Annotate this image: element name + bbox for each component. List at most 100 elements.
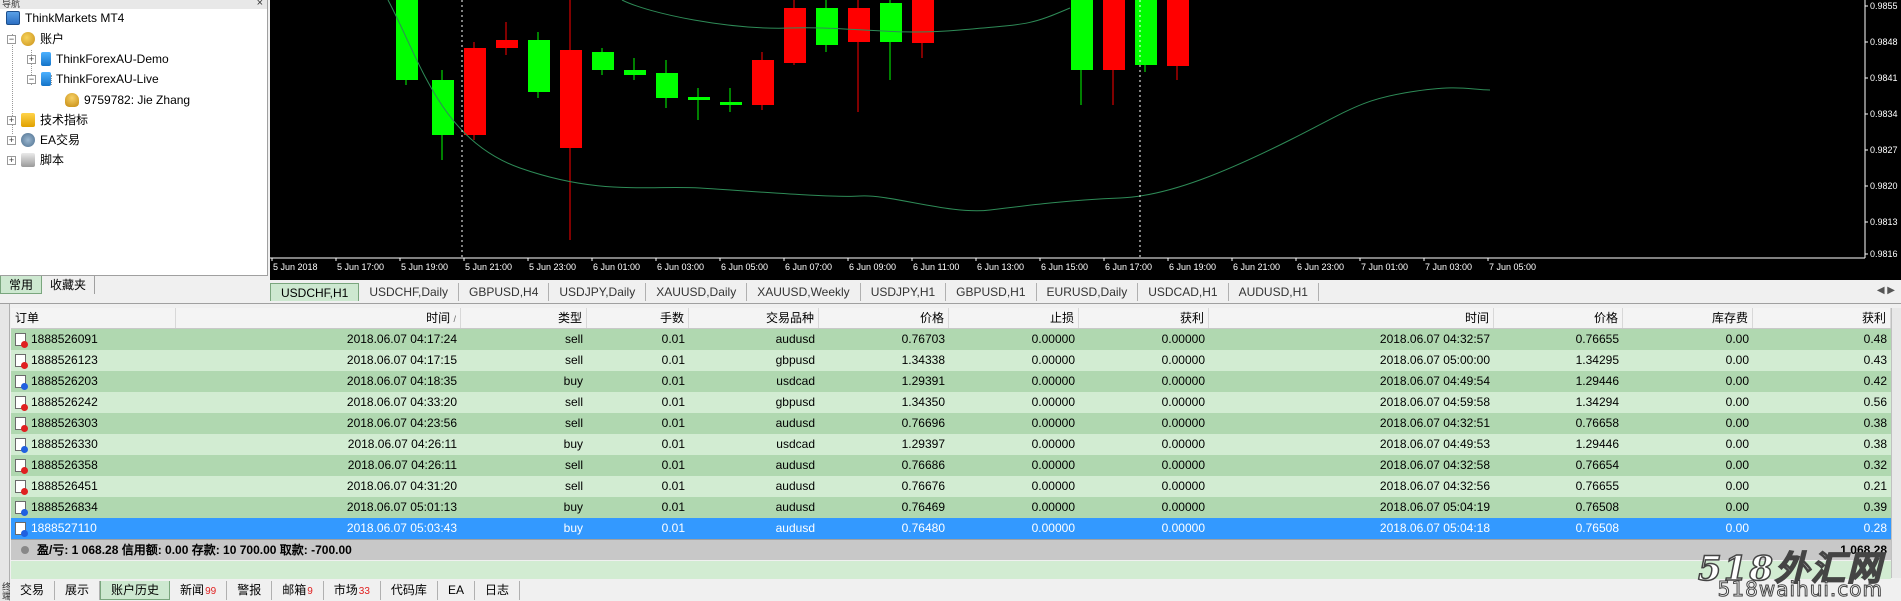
column-header-type[interactable]: 类型: [461, 308, 587, 328]
column-header-swap[interactable]: 库存费: [1623, 308, 1753, 328]
time-tick-label: 7 Jun 03:00: [1425, 262, 1472, 272]
column-header-take-profit[interactable]: 获利: [1079, 308, 1209, 328]
cell-sl: 0.00000: [1031, 500, 1075, 514]
candle-body: [592, 52, 614, 70]
chart-tab-xauusd-weekly[interactable]: XAUUSD,Weekly: [747, 283, 861, 301]
expand-icon[interactable]: +: [7, 135, 16, 145]
tree-item-demo-account[interactable]: + ThinkForexAU-Demo: [27, 49, 169, 69]
column-header-close-time[interactable]: 时间: [1209, 308, 1494, 328]
terminal-tab-0[interactable]: 交易: [10, 581, 56, 600]
tree-item-user[interactable]: 9759782: Jie Zhang: [65, 90, 190, 110]
time-tick-label: 7 Jun 05:00: [1489, 262, 1536, 272]
table-row[interactable]: 1888526834 2018.06.07 05:01:13 buy 0.01 audu…: [11, 497, 1891, 518]
cell-time: 2018.06.07 04:23:56: [346, 416, 457, 430]
tree-item-accounts[interactable]: − 账户: [7, 29, 64, 49]
table-scrollbar[interactable]: [1891, 308, 1901, 578]
terminal-tab-4[interactable]: 警报: [227, 581, 273, 600]
table-row[interactable]: 1888526451 2018.06.07 04:31:20 sell 0.01 aud…: [11, 476, 1891, 497]
chart-tab-usdjpy-h1[interactable]: USDJPY,H1: [861, 283, 947, 301]
terminal-tab-9[interactable]: 日志: [475, 581, 520, 600]
chart-tab-gbpusd-h4[interactable]: GBPUSD,H4: [459, 283, 550, 301]
cell-order: 1888526451: [11, 476, 176, 497]
column-header-stop-loss[interactable]: 止损: [949, 308, 1079, 328]
cell-type: sell: [564, 416, 583, 430]
cell-profit: 0.38: [1863, 416, 1887, 430]
tab-badge: 9: [307, 586, 313, 597]
buy-order-icon: [15, 501, 28, 516]
column-header-price[interactable]: 价格: [819, 308, 949, 328]
column-header-profit[interactable]: 获利: [1753, 308, 1891, 328]
collapse-icon[interactable]: −: [7, 34, 16, 44]
terminal-tab-7[interactable]: 代码库: [381, 581, 438, 600]
summary-row[interactable]: 盈/亏: 1 068.28 信用额: 0.00 存款: 10 700.00 取款…: [11, 539, 1891, 560]
chart-tab-audusd-h1[interactable]: AUDUSD,H1: [1229, 283, 1319, 301]
collapse-icon[interactable]: −: [27, 74, 36, 84]
tree-item-label: EA交易: [40, 133, 81, 147]
close-icon[interactable]: ×: [257, 0, 263, 9]
tab-common[interactable]: 常用: [0, 276, 43, 294]
chart-tab-usdchf-daily[interactable]: USDCHF,Daily: [359, 283, 460, 301]
candle-body: [1071, 0, 1093, 70]
tree-item-live-account[interactable]: − ThinkForexAU-Live: [27, 69, 159, 89]
chart-tab-xauusd-daily[interactable]: XAUUSD,Daily: [646, 283, 748, 301]
cell-price: 1.34338: [901, 353, 945, 367]
tab-label: 邮箱: [282, 583, 307, 597]
chart-tab-usdjpy-daily[interactable]: USDJPY,Daily: [549, 283, 647, 301]
tab-favorites[interactable]: 收藏夹: [42, 276, 96, 294]
chart-canvas[interactable]: 5 Jun 2018 5 Jun 17:00 5 Jun 19:00 5 Jun 21…: [270, 0, 1901, 280]
chart-tab-eurusd-daily[interactable]: EURUSD,Daily: [1037, 283, 1139, 301]
cell-time: 2018.06.07 04:26:11: [347, 458, 457, 472]
cell-tp: 0.00000: [1161, 332, 1205, 346]
time-tick-label: 6 Jun 17:00: [1105, 262, 1152, 272]
cell-swap: 0.00: [1725, 437, 1749, 451]
tree-item-indicators[interactable]: + 技术指标: [7, 110, 88, 130]
table-row[interactable]: 1888526203 2018.06.07 04:18:35 buy 0.01 usdc…: [11, 371, 1891, 392]
tree-item-expert-advisors[interactable]: + EA交易: [7, 130, 80, 150]
candle-body: [1135, 0, 1157, 65]
column-header-close-price[interactable]: 价格: [1494, 308, 1623, 328]
table-row[interactable]: 1888527110 2018.06.07 05:03:43 buy 0.01 audu…: [11, 518, 1891, 539]
expand-icon[interactable]: +: [7, 155, 16, 165]
column-header-time[interactable]: 时间 /: [176, 308, 461, 328]
cell-lots: 0.01: [661, 500, 685, 514]
price-chart[interactable]: 5 Jun 2018 5 Jun 17:00 5 Jun 19:00 5 Jun 21…: [270, 0, 1901, 280]
column-header-symbol[interactable]: 交易品种: [689, 308, 819, 328]
table-row[interactable]: 1888526358 2018.06.07 04:26:11 sell 0.01 aud…: [11, 455, 1891, 476]
table-row[interactable]: 1888526242 2018.06.07 04:33:20 sell 0.01 gbp…: [11, 392, 1891, 413]
tree-item-server[interactable]: ThinkMarkets MT4: [6, 8, 124, 28]
chart-tab-usdcad-h1[interactable]: USDCAD,H1: [1138, 283, 1229, 301]
user-icon: [65, 93, 79, 107]
table-row[interactable]: 1888526123 2018.06.07 04:17:15 sell 0.01 gbp…: [11, 350, 1891, 371]
table-row[interactable]: 1888526303 2018.06.07 04:23:56 sell 0.01 aud…: [11, 413, 1891, 434]
terminal-tab-3[interactable]: 新闻99: [170, 581, 228, 600]
expand-icon[interactable]: +: [27, 54, 36, 64]
tab-scroll-arrows-icon[interactable]: ◀ ▶: [1877, 285, 1895, 296]
cell-close-time: 2018.06.07 04:32:58: [1379, 458, 1490, 472]
watermark-url: 518waihui.com: [1717, 577, 1883, 601]
tab-label: 警报: [237, 583, 262, 597]
terminal-tab-8[interactable]: EA: [438, 581, 475, 600]
chart-tab-usdchf-h1[interactable]: USDCHF,H1: [270, 283, 360, 301]
cell-order: 1888527110: [11, 518, 176, 539]
column-header-order[interactable]: 订单: [11, 308, 176, 328]
tree-item-label: ThinkMarkets MT4: [25, 11, 125, 25]
terminal-tab-1[interactable]: 展示: [55, 581, 101, 600]
tree-item-scripts[interactable]: + 脚本: [7, 150, 64, 170]
cell-symbol: audusd: [775, 332, 815, 346]
expand-icon[interactable]: +: [7, 115, 16, 125]
chart-tab-gbpusd-h1[interactable]: GBPUSD,H1: [946, 283, 1037, 301]
cell-symbol: audusd: [775, 521, 815, 535]
tree-item-label: ThinkForexAU-Live: [56, 72, 159, 86]
cell-sl: 0.00000: [1031, 521, 1075, 535]
users-icon: [21, 32, 35, 46]
terminal-tab-5[interactable]: 邮箱9: [272, 581, 324, 600]
cell-price: 0.76480: [901, 521, 945, 535]
cell-order: 1888526834: [11, 497, 176, 518]
cell-profit: 0.38: [1863, 437, 1887, 451]
table-row[interactable]: 1888526330 2018.06.07 04:26:11 buy 0.01 usdc…: [11, 434, 1891, 455]
terminal-tab-2[interactable]: 账户历史: [100, 581, 171, 600]
column-header-lots[interactable]: 手数: [587, 308, 689, 328]
summary-text: 盈/亏: 1 068.28 信用额: 0.00 存款: 10 700.00 取款…: [37, 542, 352, 557]
terminal-tab-6[interactable]: 市场33: [324, 581, 381, 600]
table-row[interactable]: 1888526091 2018.06.07 04:17:24 sell 0.01 aud…: [11, 329, 1891, 350]
